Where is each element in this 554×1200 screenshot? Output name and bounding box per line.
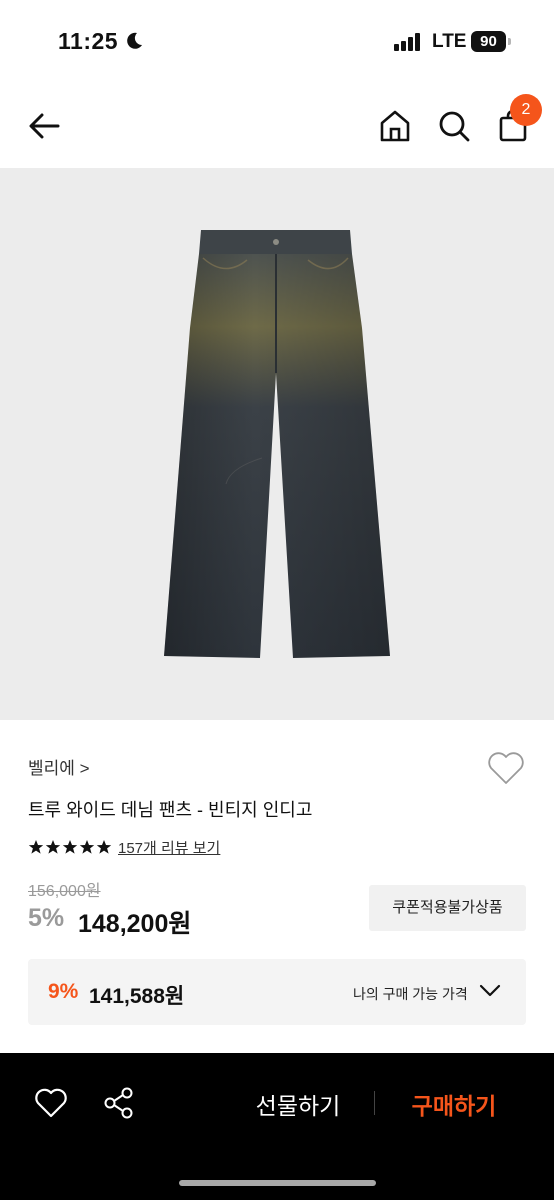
home-icon[interactable] — [377, 108, 413, 144]
star-icon — [62, 840, 78, 854]
heart-icon[interactable] — [486, 750, 526, 786]
product-title: 트루 와이드 데님 팬츠 - 빈티지 인디고 — [28, 800, 313, 820]
signal-icon — [394, 33, 420, 51]
battery-level: 90 — [471, 31, 506, 52]
moon-icon — [127, 32, 142, 49]
star-icon — [79, 840, 95, 854]
star-icon — [45, 840, 61, 854]
share-icon[interactable] — [103, 1086, 135, 1120]
battery-icon: 90 — [471, 31, 511, 52]
status-bar: 11:25 LTE 90 — [0, 0, 554, 84]
star-rating — [28, 839, 112, 855]
brand-link[interactable]: 벨리에 > — [28, 754, 90, 779]
coupon-status-tag: 쿠폰적용불가상품 — [369, 885, 526, 931]
jeans-image — [164, 230, 390, 658]
status-time: 11:25 — [58, 28, 119, 54]
back-arrow-icon[interactable] — [26, 108, 62, 144]
star-icon — [28, 840, 44, 854]
product-image[interactable] — [0, 168, 554, 720]
search-icon[interactable] — [436, 108, 472, 144]
chevron-down-icon — [479, 984, 501, 997]
heart-icon[interactable] — [34, 1087, 68, 1119]
review-link[interactable]: 157개 리뷰 보기 — [118, 837, 220, 858]
my-price-value: 141,588원 — [89, 985, 185, 1008]
rating-row: 157개 리뷰 보기 — [28, 836, 220, 858]
original-price: 156,000원 — [28, 883, 101, 900]
my-discount-rate: 9% — [48, 980, 79, 1003]
nav-bar — [0, 84, 554, 168]
star-icon — [96, 840, 112, 854]
my-price-dropdown[interactable]: 9% 141,588원 나의 구매 가능 가격 — [28, 959, 526, 1025]
my-price-label: 나의 구매 가능 가격 — [353, 986, 468, 1002]
bottom-action-bar: 선물하기 구매하기 — [0, 1053, 554, 1200]
buy-button[interactable]: 구매하기 — [395, 1087, 513, 1119]
cart-count-badge: 2 — [510, 94, 542, 126]
home-indicator — [179, 1180, 376, 1186]
sale-price: 148,200원 — [78, 910, 192, 938]
divider — [374, 1091, 375, 1115]
discount-rate: 5% — [28, 904, 65, 932]
network-label: LTE — [432, 31, 467, 52]
gift-button[interactable]: 선물하기 — [238, 1087, 358, 1119]
